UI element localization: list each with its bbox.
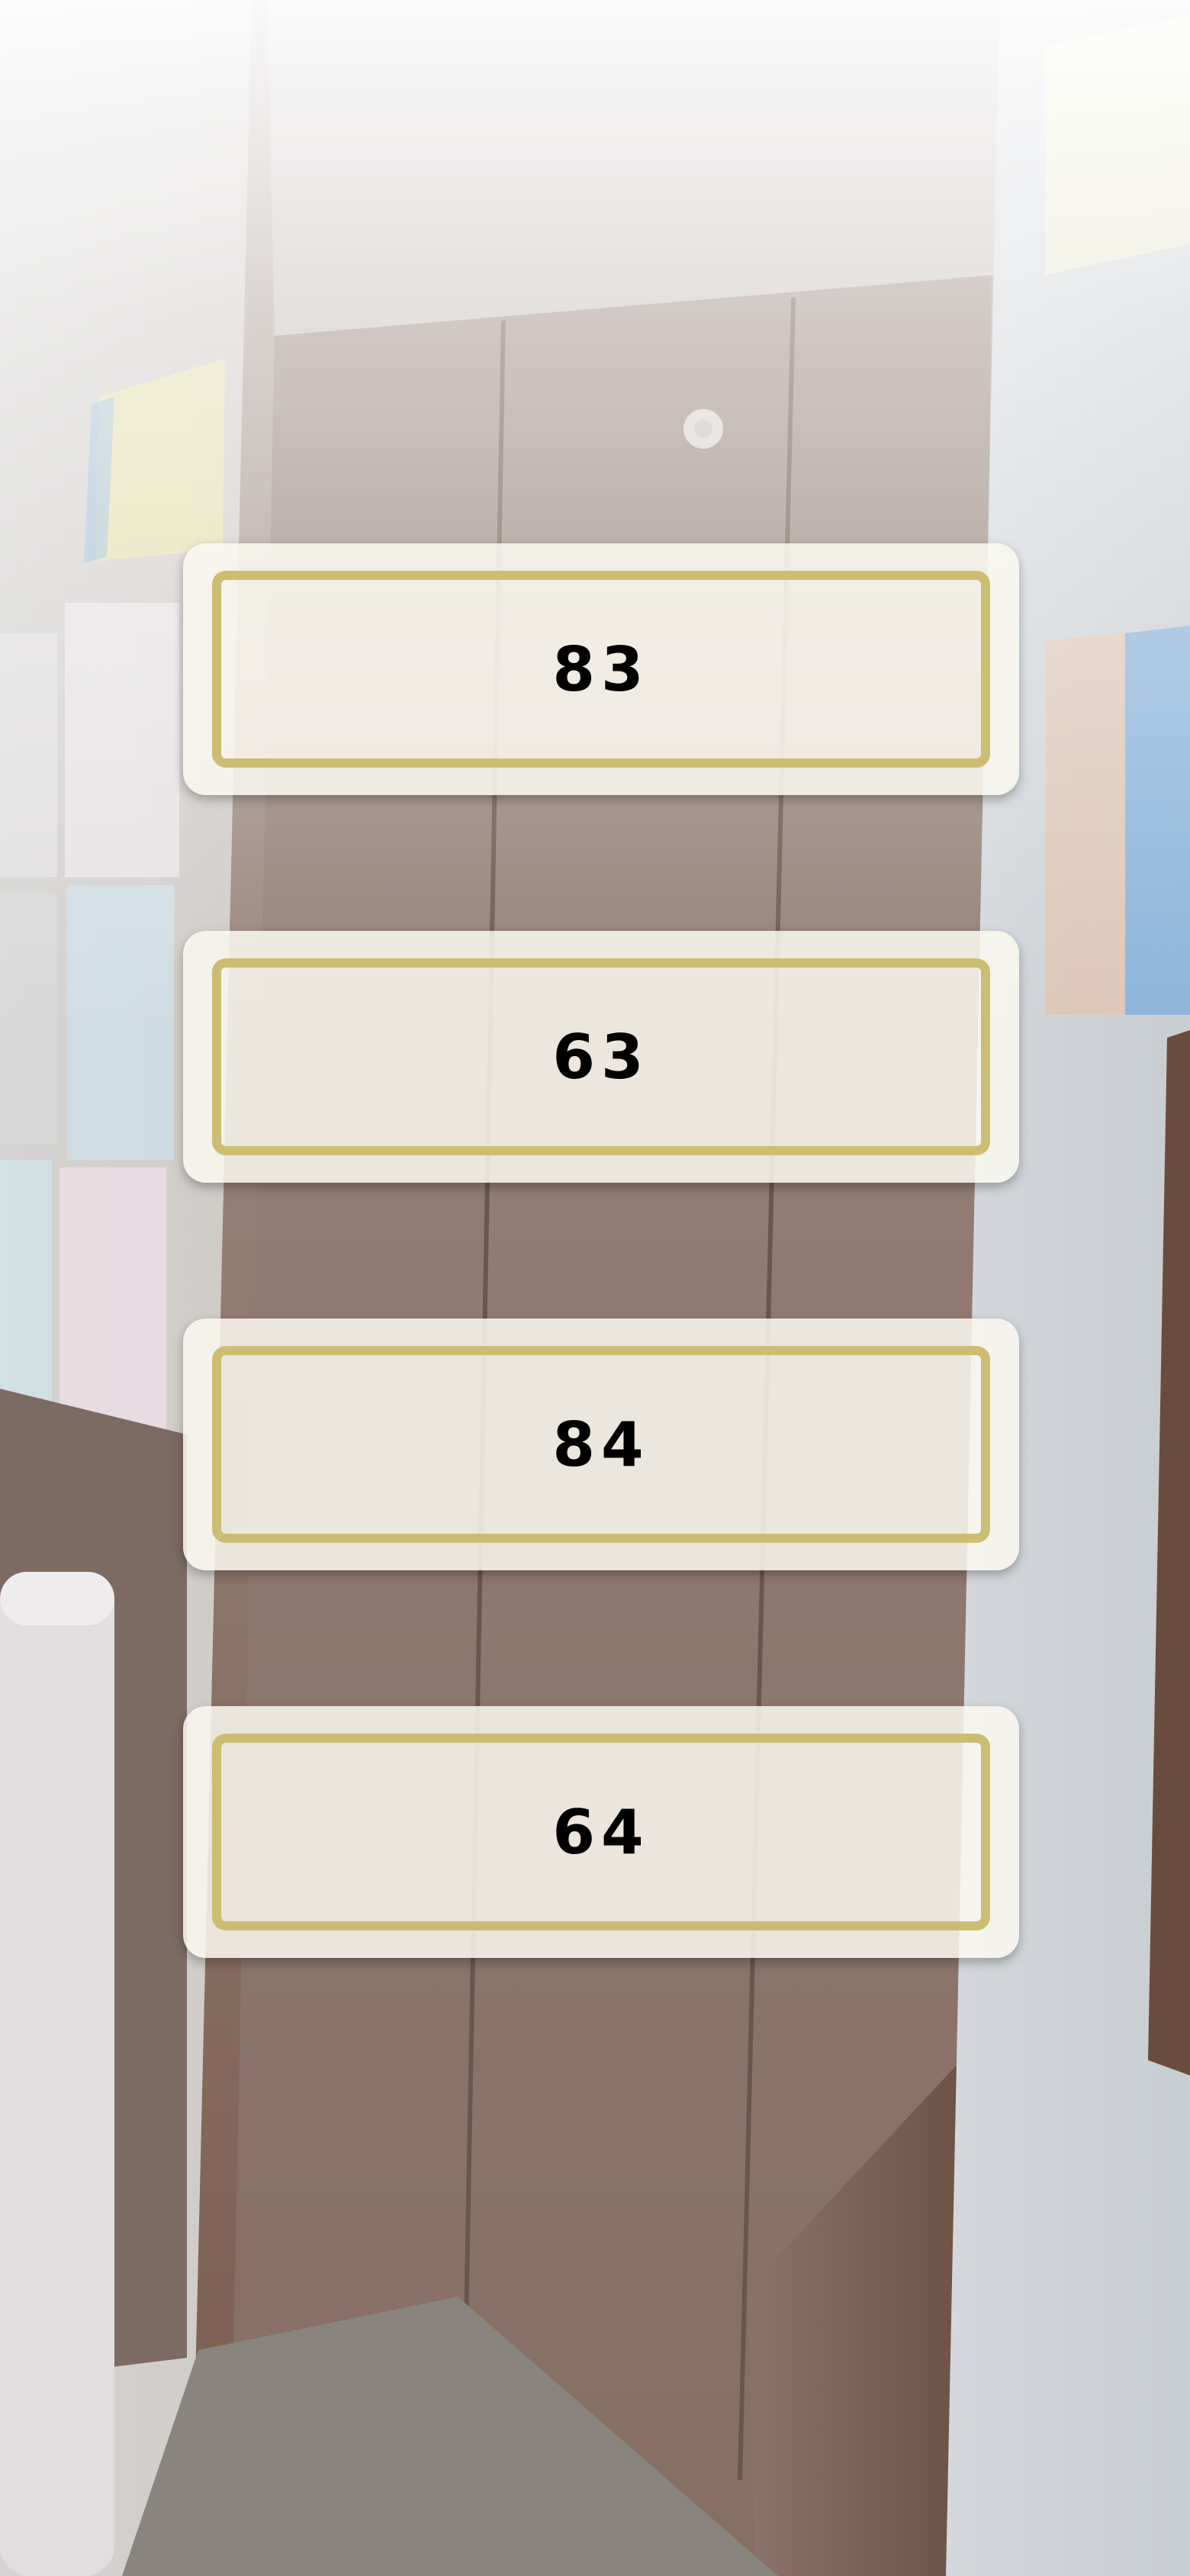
option-frame: 83 xyxy=(212,571,990,768)
option-card-3[interactable]: 84 xyxy=(183,1319,1019,1570)
option-label: 84 xyxy=(552,1409,650,1480)
option-frame: 84 xyxy=(212,1346,990,1543)
option-label: 64 xyxy=(552,1796,650,1868)
option-label: 83 xyxy=(552,633,650,705)
option-card-2[interactable]: 63 xyxy=(183,931,1019,1183)
option-label: 63 xyxy=(552,1021,650,1093)
option-frame: 63 xyxy=(212,958,990,1155)
option-card-1[interactable]: 83 xyxy=(183,543,1019,795)
answer-options: 83 63 84 64 xyxy=(183,543,1019,2094)
option-card-4[interactable]: 64 xyxy=(183,1706,1019,1958)
option-frame: 64 xyxy=(212,1734,990,1930)
